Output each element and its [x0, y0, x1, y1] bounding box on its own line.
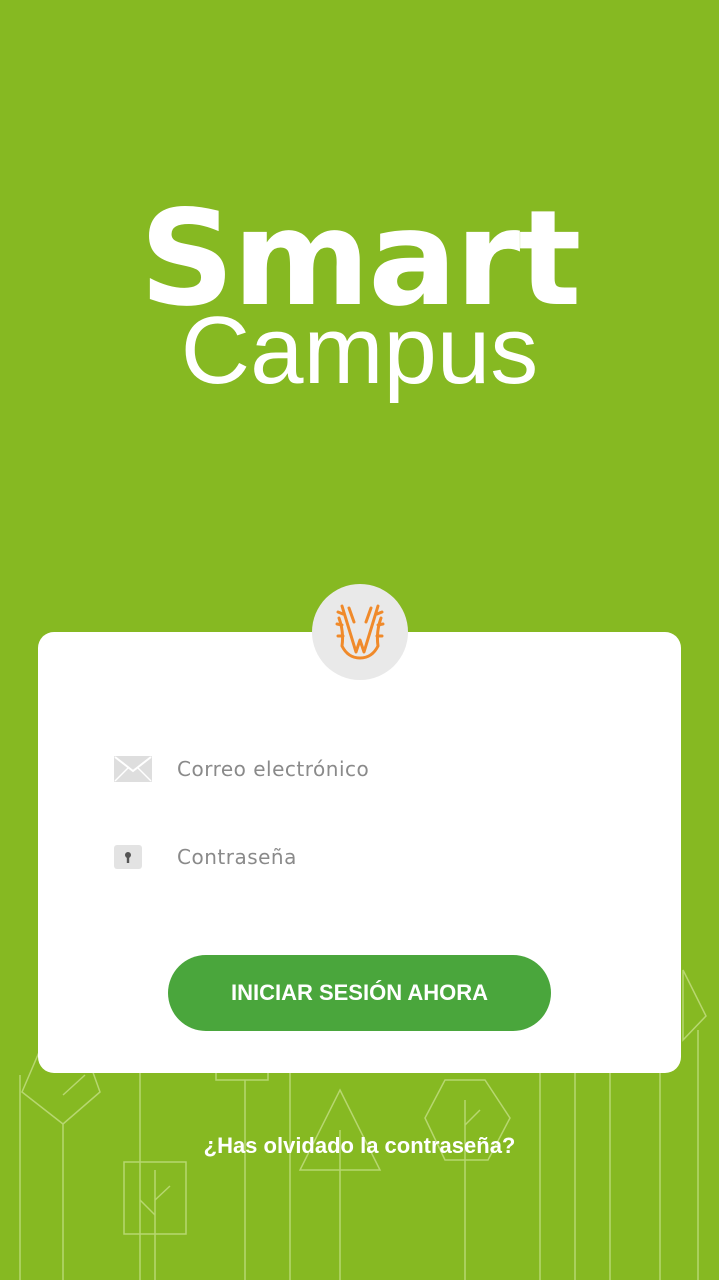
login-button[interactable]: INICIAR SESIÓN AHORA: [168, 955, 551, 1031]
forgot-password-link[interactable]: ¿Has olvidado la contraseña?: [0, 1133, 719, 1159]
email-field[interactable]: [114, 749, 614, 789]
lock-icon: [114, 837, 154, 877]
app-logo-campus: Campus: [180, 297, 539, 404]
mail-icon: [114, 749, 154, 789]
password-input[interactable]: [177, 845, 577, 869]
university-crest-badge: [312, 584, 408, 680]
university-crest-icon: [335, 604, 385, 660]
email-input[interactable]: [177, 757, 577, 781]
password-field[interactable]: [114, 837, 614, 877]
